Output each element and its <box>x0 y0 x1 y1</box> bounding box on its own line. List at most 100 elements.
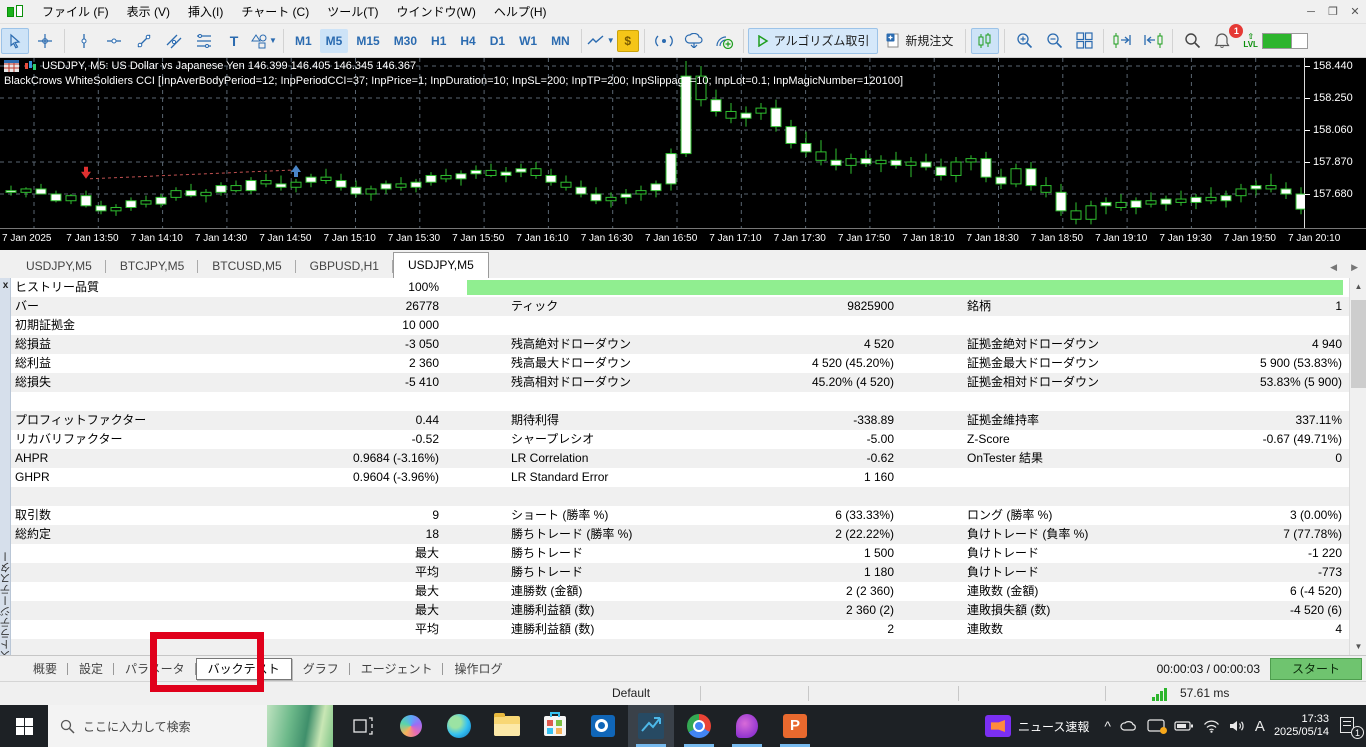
tile-windows-button[interactable] <box>1070 28 1098 54</box>
table-row[interactable]: 総損失 -5 410 残高相対ドローダウン 45.20% (4 520) 証拠金相対ドロ… <box>11 373 1349 392</box>
battery-icon[interactable] <box>1174 720 1194 732</box>
signals-icon[interactable] <box>650 28 678 54</box>
fibonacci-tool-button[interactable] <box>190 28 218 54</box>
action-center-button[interactable]: 1 <box>1338 715 1364 739</box>
wifi-icon[interactable] <box>1203 720 1220 733</box>
search-icon[interactable] <box>1178 28 1206 54</box>
timeframe-w1-button[interactable]: W1 <box>513 29 543 53</box>
table-row[interactable]: 総損益 -3 050 残高絶対ドローダウン 4 520 証拠金絶対ドローダウン 4 940 <box>11 335 1349 354</box>
backtest-report-table[interactable]: ヒストリー品質 100% バー 26778 ティック 9825900 銘柄 1 初期証拠金 10 … <box>11 278 1349 655</box>
timeframe-m1-button[interactable]: M1 <box>289 29 318 53</box>
scroll-down-icon[interactable]: ▼ <box>1350 638 1366 655</box>
start-menu-button[interactable] <box>0 705 48 747</box>
zoom-in-button[interactable] <box>1010 28 1038 54</box>
vertical-scrollbar[interactable]: ▲ ▼ <box>1349 278 1366 655</box>
table-row[interactable]: 平均 連勝利益額 (数) 2 連敗数 4 <box>11 620 1349 639</box>
trendline-tool-button[interactable] <box>130 28 158 54</box>
algo-trading-button[interactable]: アルゴリズム取引 <box>747 27 879 54</box>
photos-button[interactable] <box>724 705 770 747</box>
timeframe-h4-button[interactable]: H4 <box>454 29 481 53</box>
task-view-button[interactable] <box>340 705 386 747</box>
tester-section-tab[interactable]: 設定 <box>68 657 115 681</box>
zoom-out-button[interactable] <box>1040 28 1068 54</box>
menu-item[interactable]: 挿入(I) <box>179 1 232 23</box>
chrome-button[interactable] <box>676 705 722 747</box>
chart-type-caret[interactable]: ▼ <box>607 36 615 45</box>
table-row[interactable] <box>11 392 1349 411</box>
outlook-button[interactable] <box>580 705 626 747</box>
channel-tool-button[interactable] <box>160 28 188 54</box>
volume-icon[interactable] <box>1229 719 1246 733</box>
tester-close-button[interactable]: x <box>1 280 10 291</box>
scroll-up-icon[interactable]: ▲ <box>1350 278 1366 295</box>
broadcast-add-icon[interactable] <box>710 28 738 54</box>
menu-item[interactable]: ツール(T) <box>318 1 387 23</box>
auto-scroll-button[interactable] <box>1139 28 1167 54</box>
notifications-button[interactable]: 1 <box>1208 23 1244 54</box>
tester-section-tab[interactable]: バックテスト <box>195 657 292 680</box>
close-button[interactable]: ✕ <box>1344 5 1366 18</box>
edge-button[interactable] <box>436 705 482 747</box>
menu-item[interactable]: ファイル (F) <box>33 1 118 23</box>
menu-item[interactable]: チャート (C) <box>232 1 318 23</box>
table-row[interactable]: AHPR 0.9684 (-3.16%) LR Correlation -0.62 On… <box>11 449 1349 468</box>
powerpoint-button[interactable]: P <box>772 705 818 747</box>
candlestick-view-button[interactable] <box>971 27 1000 54</box>
file-explorer-button[interactable] <box>484 705 530 747</box>
timeframe-m5-button[interactable]: M5 <box>319 28 349 53</box>
timeframe-m30-button[interactable]: M30 <box>388 29 423 53</box>
table-row[interactable]: ヒストリー品質 100% <box>11 278 1349 297</box>
vertical-line-tool-button[interactable] <box>70 28 98 54</box>
menu-item[interactable]: ヘルプ(H) <box>485 1 556 23</box>
cloud-icon[interactable] <box>680 28 708 54</box>
tester-tab[interactable]: GBPUSD,H1 <box>296 256 393 278</box>
table-row[interactable] <box>11 487 1349 506</box>
tester-tab[interactable]: USDJPY,M5 <box>12 256 106 278</box>
timeframe-h1-button[interactable]: H1 <box>425 29 452 53</box>
chart-panel[interactable]: USDJPY, M5: US Dollar vs Japanese Yen 14… <box>0 58 1366 250</box>
start-button[interactable]: スタート <box>1270 657 1362 680</box>
table-row[interactable]: 最大 連勝数 (金額) 2 (2 360) 連敗数 (金額) 6 (-4 520) <box>11 582 1349 601</box>
lvl-indicator[interactable]: ⇧ LVL <box>1243 32 1308 49</box>
new-order-button[interactable]: 新規注文 <box>878 28 961 54</box>
snip-tool-icon[interactable] <box>1147 719 1167 734</box>
timeframe-d1-button[interactable]: D1 <box>484 29 511 53</box>
store-button[interactable] <box>532 705 578 747</box>
menu-item[interactable]: 表示 (V) <box>118 1 179 23</box>
metatrader5-taskbar-button[interactable] <box>628 705 674 747</box>
lvl-slider[interactable] <box>1261 32 1308 49</box>
tab-scroll-left-icon[interactable]: ◀ <box>1330 262 1337 273</box>
table-row[interactable]: バー 26778 ティック 9825900 銘柄 1 <box>11 297 1349 316</box>
chart-type-button[interactable]: ▼ <box>587 28 615 54</box>
taskbar-search-input[interactable]: ここに入力して検索 <box>48 705 333 747</box>
cursor-tool-button[interactable] <box>1 27 29 54</box>
menu-item[interactable]: ウインドウ(W) <box>388 1 485 23</box>
table-row[interactable]: 最大 勝ちトレード 1 500 負けトレード -1 220 <box>11 544 1349 563</box>
table-row[interactable]: 初期証拠金 10 000 <box>11 316 1349 335</box>
restore-button[interactable]: ❐ <box>1322 5 1344 18</box>
table-row[interactable]: 総利益 2 360 残高最大ドローダウン 4 520 (45.20%) 証拠金最大ドロー… <box>11 354 1349 373</box>
shapes-tool-button[interactable]: ▼ <box>250 28 278 54</box>
tester-section-tab[interactable]: 概要 <box>22 657 69 681</box>
ime-indicator[interactable]: A <box>1255 718 1265 735</box>
quotes-button[interactable]: $ <box>616 29 639 52</box>
taskbar-clock[interactable]: 17:33 2025/05/14 <box>1274 713 1329 739</box>
timeframe-mn-button[interactable]: MN <box>545 29 576 53</box>
tester-section-tab[interactable]: エージェント <box>350 657 444 681</box>
copilot-button[interactable] <box>388 705 434 747</box>
scrollbar-thumb[interactable] <box>1351 300 1366 388</box>
tab-scroll-right-icon[interactable]: ▶ <box>1351 262 1358 273</box>
table-row[interactable]: 総約定 18 勝ちトレード (勝率 %) 2 (22.22%) 負けトレード (負率 %… <box>11 525 1349 544</box>
table-row[interactable] <box>11 639 1349 655</box>
time-axis[interactable]: 7 Jan 2025 7 Jan 13:50 7 Jan 14:10 7 Jan 14… <box>0 228 1366 250</box>
tester-tab[interactable]: BTCUSD,M5 <box>198 256 296 278</box>
horizontal-line-tool-button[interactable] <box>100 28 128 54</box>
table-row[interactable]: 平均 勝ちトレード 1 180 負けトレード -773 <box>11 563 1349 582</box>
shift-end-button[interactable] <box>1109 28 1137 54</box>
table-row[interactable]: リカバリファクター -0.52 シャープレシオ -5.00 Z-Score -0.67 (… <box>11 430 1349 449</box>
shapes-dropdown-caret[interactable]: ▼ <box>269 36 277 45</box>
onedrive-icon[interactable] <box>1120 719 1138 733</box>
price-axis[interactable]: 158.440 158.250 158.060 157.870 157.680 <box>1305 58 1366 228</box>
profile-default-label[interactable]: Default <box>612 686 650 700</box>
hidden-icons-chevron[interactable]: ^ <box>1104 718 1111 734</box>
